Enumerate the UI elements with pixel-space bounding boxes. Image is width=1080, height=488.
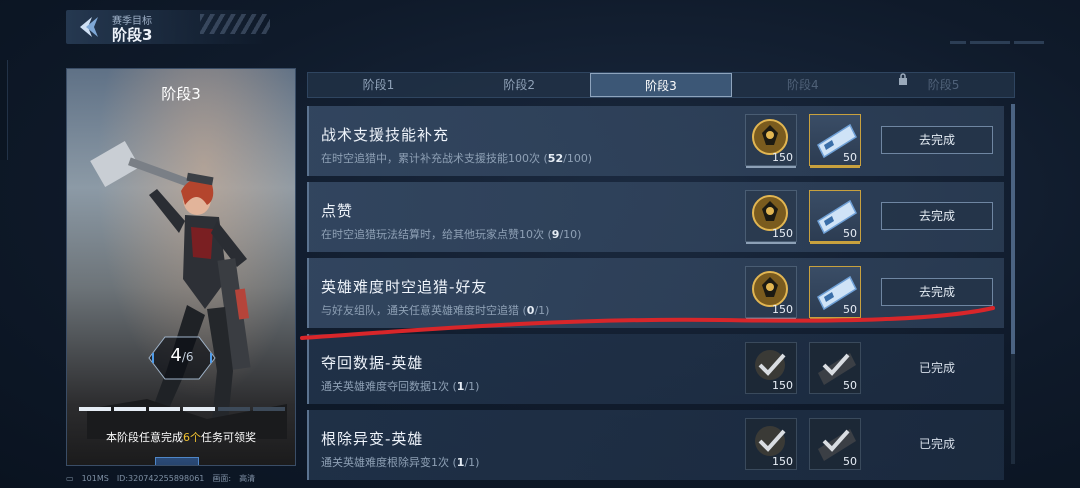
scrollbar-thumb[interactable]: [1011, 104, 1015, 354]
player-id: ID:3207422558980​61: [116, 474, 205, 483]
progress-segment-bar: [79, 407, 285, 411]
reward-medal-claimed: 150: [745, 418, 797, 470]
back-arrow-icon[interactable]: [74, 15, 100, 39]
task-description: 通关英雄难度夺回数据1次 (1/1): [321, 380, 480, 393]
header-stripes-decoration: [200, 14, 270, 34]
task-description: 在时空追猎中，累计补充战术支援技能100次 (52/100): [321, 152, 593, 165]
reward-ticket-claimed: 50: [809, 342, 861, 394]
left-edge-panel: [0, 60, 8, 160]
lock-icon: [899, 73, 907, 85]
reward-amount: 50: [843, 151, 857, 164]
reward-amount: 150: [772, 455, 793, 468]
task-description: 通关英雄难度根除异变1次 (1/1): [321, 456, 480, 469]
quality-value: 高清: [239, 474, 256, 483]
task-name: 英雄难度时空追猎-好友: [321, 278, 488, 296]
reward-amount: 50: [843, 303, 857, 316]
battery-icon: ▭: [66, 474, 74, 483]
tab-stage-5[interactable]: 阶段5: [873, 73, 1014, 97]
progress-segment: [113, 407, 146, 411]
progress-current: 4: [170, 345, 182, 366]
progress-segment: [148, 407, 181, 411]
go-complete-button[interactable]: 去完成: [881, 202, 993, 230]
character-artwork: [87, 141, 287, 439]
stage-reward-hint: 本阶段任意完成6个任务可领奖: [67, 429, 295, 445]
tab-stage-2[interactable]: 阶段2: [449, 73, 590, 97]
task-row: 英雄难度时空追猎-好友 与好友组队，通关任意英雄难度时空追猎 (0/1) 150…: [307, 258, 1004, 328]
corner-decoration: [950, 32, 1060, 46]
page-title: 阶段3: [112, 26, 153, 44]
reward-ticket-claimed: 50: [809, 418, 861, 470]
progress-segment: [183, 407, 216, 411]
reward-ticket[interactable]: 50: [809, 190, 861, 244]
reward-medal[interactable]: 150: [745, 114, 797, 168]
reward-medal-claimed: 150: [745, 342, 797, 394]
progress-segment: [79, 407, 111, 411]
tab-stage-4[interactable]: 阶段4: [732, 73, 873, 97]
reward-amount: 150: [772, 379, 793, 392]
task-row: 夺回数据-英雄 通关英雄难度夺回数据1次 (1/1) 150 50 已完成: [307, 334, 1004, 404]
stage-progress: 4/6: [170, 345, 194, 366]
progress-segment: [253, 407, 285, 411]
task-description: 与好友组队，通关任意英雄难度时空追猎 (0/1): [321, 304, 550, 317]
stage-reward-chest[interactable]: 1: [155, 457, 200, 466]
hint-text-prefix: 本阶段任意完成: [106, 431, 183, 444]
progress-segment: [218, 407, 251, 411]
status-footer: ▭ 101MS ID:3207422558980​61 画面: 高清: [66, 473, 263, 484]
reward-amount: 50: [843, 455, 857, 468]
go-complete-button[interactable]: 去完成: [881, 126, 993, 154]
stage-card: 阶段3 4/6 本阶段任意完成6个任务可领奖 1: [66, 68, 296, 466]
completed-label: 已完成: [918, 361, 955, 375]
quality-label: 画面:: [212, 474, 232, 483]
task-name: 战术支援技能补充: [321, 126, 450, 144]
reward-medal[interactable]: 150: [745, 266, 797, 320]
stage-card-title: 阶段3: [161, 85, 201, 103]
reward-medal[interactable]: 150: [745, 190, 797, 244]
progress-total: 6: [185, 350, 194, 364]
task-name: 点赞: [321, 202, 354, 220]
task-row: 点赞 在时空追猎玩法结算时，给其他玩家点赞10次 (9/10) 150 50 去…: [307, 182, 1004, 252]
hint-highlight: 6个: [183, 431, 201, 444]
tab-stage-3[interactable]: 阶段3: [589, 73, 733, 97]
go-complete-button[interactable]: 去完成: [881, 278, 993, 306]
reward-amount: 150: [772, 227, 793, 240]
reward-ticket[interactable]: 50: [809, 114, 861, 168]
stage-tabs: 阶段1 阶段2 阶段3 阶段4 阶段5: [307, 72, 1015, 98]
task-list-scrollbar[interactable]: [1011, 104, 1015, 464]
task-row: 根除异变-英雄 通关英雄难度根除异变1次 (1/1) 150 50 已完成: [307, 410, 1004, 480]
chest-icon: [156, 458, 200, 466]
task-row: 战术支援技能补充 在时空追猎中，累计补充战术支援技能100次 (52/100) …: [307, 106, 1004, 176]
tab-stage-1[interactable]: 阶段1: [308, 73, 449, 97]
reward-ticket[interactable]: 50: [809, 266, 861, 320]
reward-amount: 50: [843, 379, 857, 392]
hint-text-suffix: 任务可领奖: [201, 431, 256, 444]
reward-amount: 150: [772, 303, 793, 316]
task-description: 在时空追猎玩法结算时，给其他玩家点赞10次 (9/10): [321, 228, 582, 241]
ping-value: 101MS: [81, 474, 109, 483]
reward-amount: 150: [772, 151, 793, 164]
task-name: 根除异变-英雄: [321, 430, 424, 448]
completed-label: 已完成: [918, 437, 955, 451]
task-name: 夺回数据-英雄: [321, 354, 424, 372]
reward-amount: 50: [843, 227, 857, 240]
